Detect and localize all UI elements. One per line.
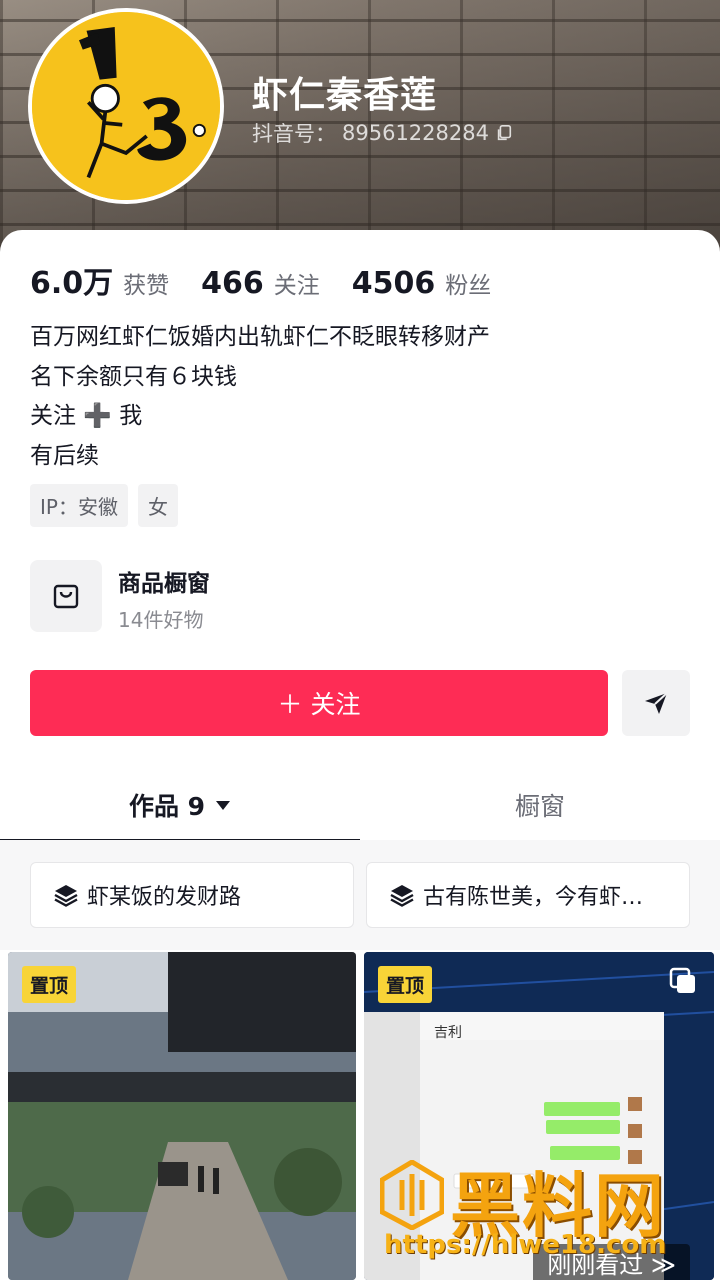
avatar[interactable] [28,8,224,204]
douyin-id-label: 抖音号： [252,122,336,146]
collection-label: 虾某饭的发财路 [87,885,242,910]
bio-line: 有后续 [30,442,99,469]
paper-plane-icon [645,692,668,714]
stack-icon [54,885,78,907]
avatar-illustration [32,12,220,200]
douyin-id-value: 89561228284 [342,121,489,145]
collection-item[interactable]: 古有陈世美，今有虾… [366,862,690,928]
bio-line: 名下余额只有６块钱 [30,363,237,390]
watermark-url: https://hlwe18.com [384,1230,667,1260]
bio: 百万网红虾仁饭婚内出轨虾仁不眨眼转移财产 名下余额只有６块钱 关注 ➕ 我 有后… [30,318,490,476]
content-tabs: 作品 9 橱窗 [0,770,720,842]
following-label: 关注 [273,273,320,299]
shop-icon-box [30,560,102,632]
pinned-badge: 置顶 [378,966,433,1003]
stat-followers[interactable]: 4506 粉丝 [352,266,492,301]
tab-shop-window[interactable]: 橱窗 [360,770,720,840]
follow-button[interactable]: ＋ 关注 [30,670,608,736]
shopping-bag-icon [53,584,79,609]
shop-title: 商品橱窗 [118,571,210,597]
caret-down-icon [216,801,231,810]
ip-location-tag: IP：安徽 [30,484,128,527]
stats-row: 6.0万 获赞 466 关注 4506 粉丝 [30,258,523,302]
bio-line: 关注 ➕ 我 [30,403,143,429]
chat-title: 吉利 [434,1025,462,1041]
following-count: 466 [201,266,264,301]
likes-count: 6.0万 [30,266,114,301]
pinned-badge: 置顶 [22,966,77,1003]
collection-label: 古有陈世美，今有虾… [423,885,644,910]
tab-works[interactable]: 作品 9 [0,770,360,842]
copy-icon[interactable] [495,124,513,142]
gender-tag: 女 [137,484,178,527]
shop-window-entry[interactable]: 商品橱窗 14件好物 [30,560,690,632]
multi-image-icon [669,967,695,993]
video-thumbnail[interactable]: 置顶 [8,952,356,1280]
shop-subtitle: 14件好物 [118,608,204,632]
share-button[interactable] [622,670,690,736]
watermark-logo-icon [380,1160,444,1230]
likes-label: 获赞 [123,273,170,299]
bio-line: 百万网红虾仁饭婚内出轨虾仁不眨眼转移财产 [30,324,490,350]
followers-label: 粉丝 [445,273,492,299]
stack-icon [390,885,414,907]
collections-row: 虾某饭的发财路 古有陈世美，今有虾… [0,840,720,950]
profile-tags: IP：安徽 女 [30,484,178,527]
followers-count: 4506 [351,266,436,301]
stat-likes[interactable]: 6.0万 获赞 [30,258,169,302]
stat-following[interactable]: 466 关注 [201,266,320,301]
watermark: 黑料网 https://hlwe18.com [380,1150,710,1270]
douyin-id[interactable]: 抖音号： 89561228284 [252,118,513,148]
profile-name: 虾仁秦香莲 [252,75,438,116]
collection-item[interactable]: 虾某饭的发财路 [30,862,354,928]
tab-works-label: 作品 9 [128,792,206,821]
